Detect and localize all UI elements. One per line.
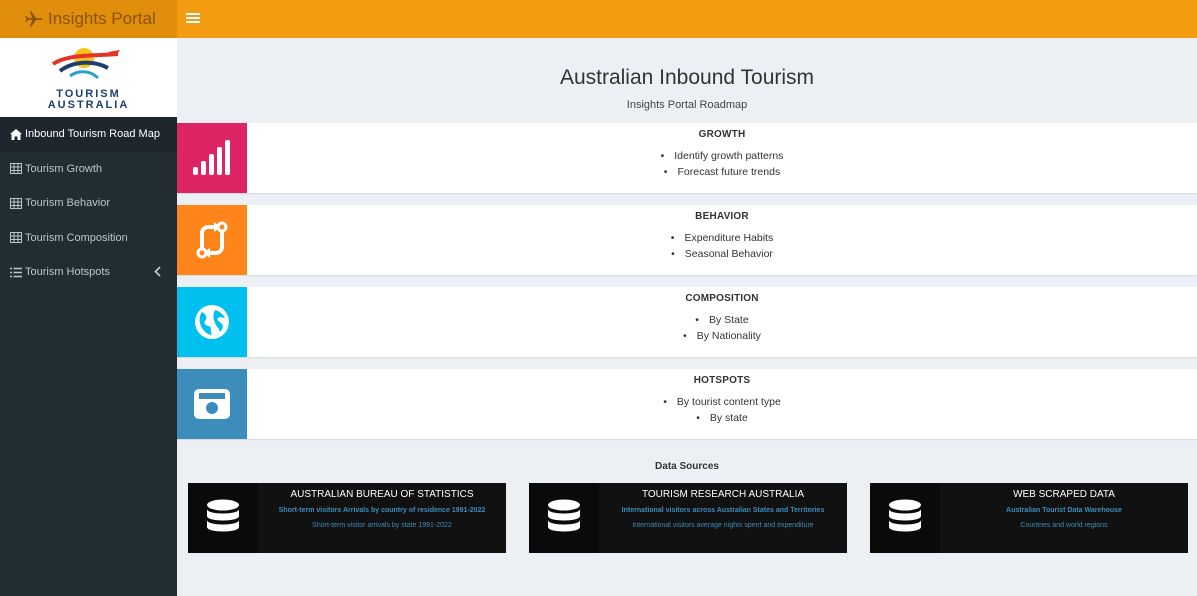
- card-list: By tourist content type By state: [247, 395, 1197, 426]
- brand[interactable]: Insights Portal: [0, 0, 177, 38]
- card-title: GROWTH: [698, 129, 746, 140]
- hotspots-icon-box: [177, 369, 247, 439]
- data-source-link[interactable]: International visitors average nights sp…: [599, 522, 847, 529]
- card-title: COMPOSITION: [685, 293, 759, 304]
- list-item: Forecast future trends: [247, 165, 1197, 181]
- data-source-link[interactable]: Countries and world regions: [940, 522, 1188, 529]
- kangaroo-logo-icon: [51, 48, 120, 80]
- list-item: Expenditure Habits: [247, 231, 1197, 247]
- sidebar-item-label: Tourism Composition: [25, 231, 128, 244]
- card-title: HOTSPOTS: [693, 375, 751, 386]
- card-list: Identify growth patterns Forecast future…: [247, 149, 1197, 180]
- data-source-name: AUSTRALIAN BUREAU OF STATISTICS: [290, 489, 474, 500]
- data-source-abs: AUSTRALIAN BUREAU OF STATISTICS Short-te…: [188, 483, 506, 553]
- database-icon: [548, 499, 580, 532]
- table-icon: [10, 197, 22, 209]
- hotspots-card: HOTSPOTS By tourist content type By stat…: [177, 369, 1197, 439]
- card-list: By State By Nationality: [247, 313, 1197, 344]
- card-list: Expenditure Habits Seasonal Behavior: [247, 231, 1197, 262]
- sidebar-item-hotspots[interactable]: Tourism Hotspots: [0, 255, 177, 290]
- data-sources-title: Data Sources: [655, 461, 719, 472]
- data-source-name: WEB SCRAPED DATA: [1013, 489, 1115, 500]
- sidebar: TOURISM AUSTRALIA Inbound Tourism Road M…: [0, 38, 177, 596]
- behavior-icon-box: [177, 205, 247, 275]
- page-subtitle: Insights Portal Roadmap: [626, 99, 748, 111]
- data-source-link[interactable]: International visitors across Australian…: [599, 507, 847, 514]
- list-item: By tourist content type: [247, 395, 1197, 411]
- list-item: By Nationality: [247, 329, 1197, 345]
- data-source-link[interactable]: Australian Tourist Data Warehouse: [940, 507, 1188, 514]
- exchange-icon: [196, 221, 228, 259]
- sidebar-toggle-button[interactable]: [186, 11, 200, 27]
- plane-icon: [25, 11, 43, 27]
- top-navbar: Insights Portal: [0, 0, 1197, 38]
- list-item: Seasonal Behavior: [247, 247, 1197, 263]
- list-icon: [10, 267, 22, 278]
- data-source-name: TOURISM RESEARCH AUSTRALIA: [641, 489, 805, 500]
- data-source-link[interactable]: Short-term visitors Arrivals by country …: [258, 507, 506, 514]
- card-title: BEHAVIOR: [695, 211, 749, 222]
- sidebar-item-behavior[interactable]: Tourism Behavior: [0, 186, 177, 221]
- sidebar-item-label: Inbound Tourism Road Map: [25, 128, 160, 141]
- page-title: Australian Inbound Tourism: [559, 66, 815, 89]
- chevron-left-icon[interactable]: [154, 266, 161, 277]
- sidebar-item-label: Tourism Behavior: [25, 197, 110, 210]
- list-item: Identify growth patterns: [247, 149, 1197, 165]
- composition-card: COMPOSITION By State By Nationality: [177, 287, 1197, 357]
- sidebar-item-label: Tourism Hotspots: [25, 266, 110, 279]
- sidebar-item-composition[interactable]: Tourism Composition: [0, 221, 177, 256]
- database-icon-box: [870, 483, 940, 553]
- database-icon-box: [188, 483, 258, 553]
- globe-icon: [195, 305, 229, 339]
- database-icon: [889, 499, 921, 532]
- home-icon: [10, 128, 22, 140]
- brand-title: Insights Portal: [48, 9, 156, 28]
- table-icon: [10, 163, 22, 175]
- sidebar-item-road-map[interactable]: Inbound Tourism Road Map: [0, 117, 177, 152]
- camera-icon: [194, 389, 230, 419]
- signal-bars-icon: [193, 140, 230, 175]
- list-item: By state: [247, 411, 1197, 427]
- main-content: Australian Inbound Tourism Insights Port…: [177, 38, 1197, 596]
- data-source-tra: TOURISM RESEARCH AUSTRALIA International…: [529, 483, 847, 553]
- composition-icon-box: [177, 287, 247, 357]
- sidebar-item-label: Tourism Growth: [25, 162, 103, 175]
- growth-card: GROWTH Identify growth patterns Forecast…: [177, 123, 1197, 193]
- data-source-link[interactable]: Short-term visitor arrivals by state 199…: [258, 522, 506, 529]
- database-icon: [207, 499, 239, 532]
- table-icon: [10, 232, 22, 244]
- sidebar-item-growth[interactable]: Tourism Growth: [0, 152, 177, 187]
- list-item: By State: [247, 313, 1197, 329]
- data-source-web-scraped: WEB SCRAPED DATA Australian Tourist Data…: [870, 483, 1188, 553]
- growth-icon-box: [177, 123, 247, 193]
- database-icon-box: [529, 483, 599, 553]
- behavior-card: BEHAVIOR Expenditure Habits Seasonal Beh…: [177, 205, 1197, 275]
